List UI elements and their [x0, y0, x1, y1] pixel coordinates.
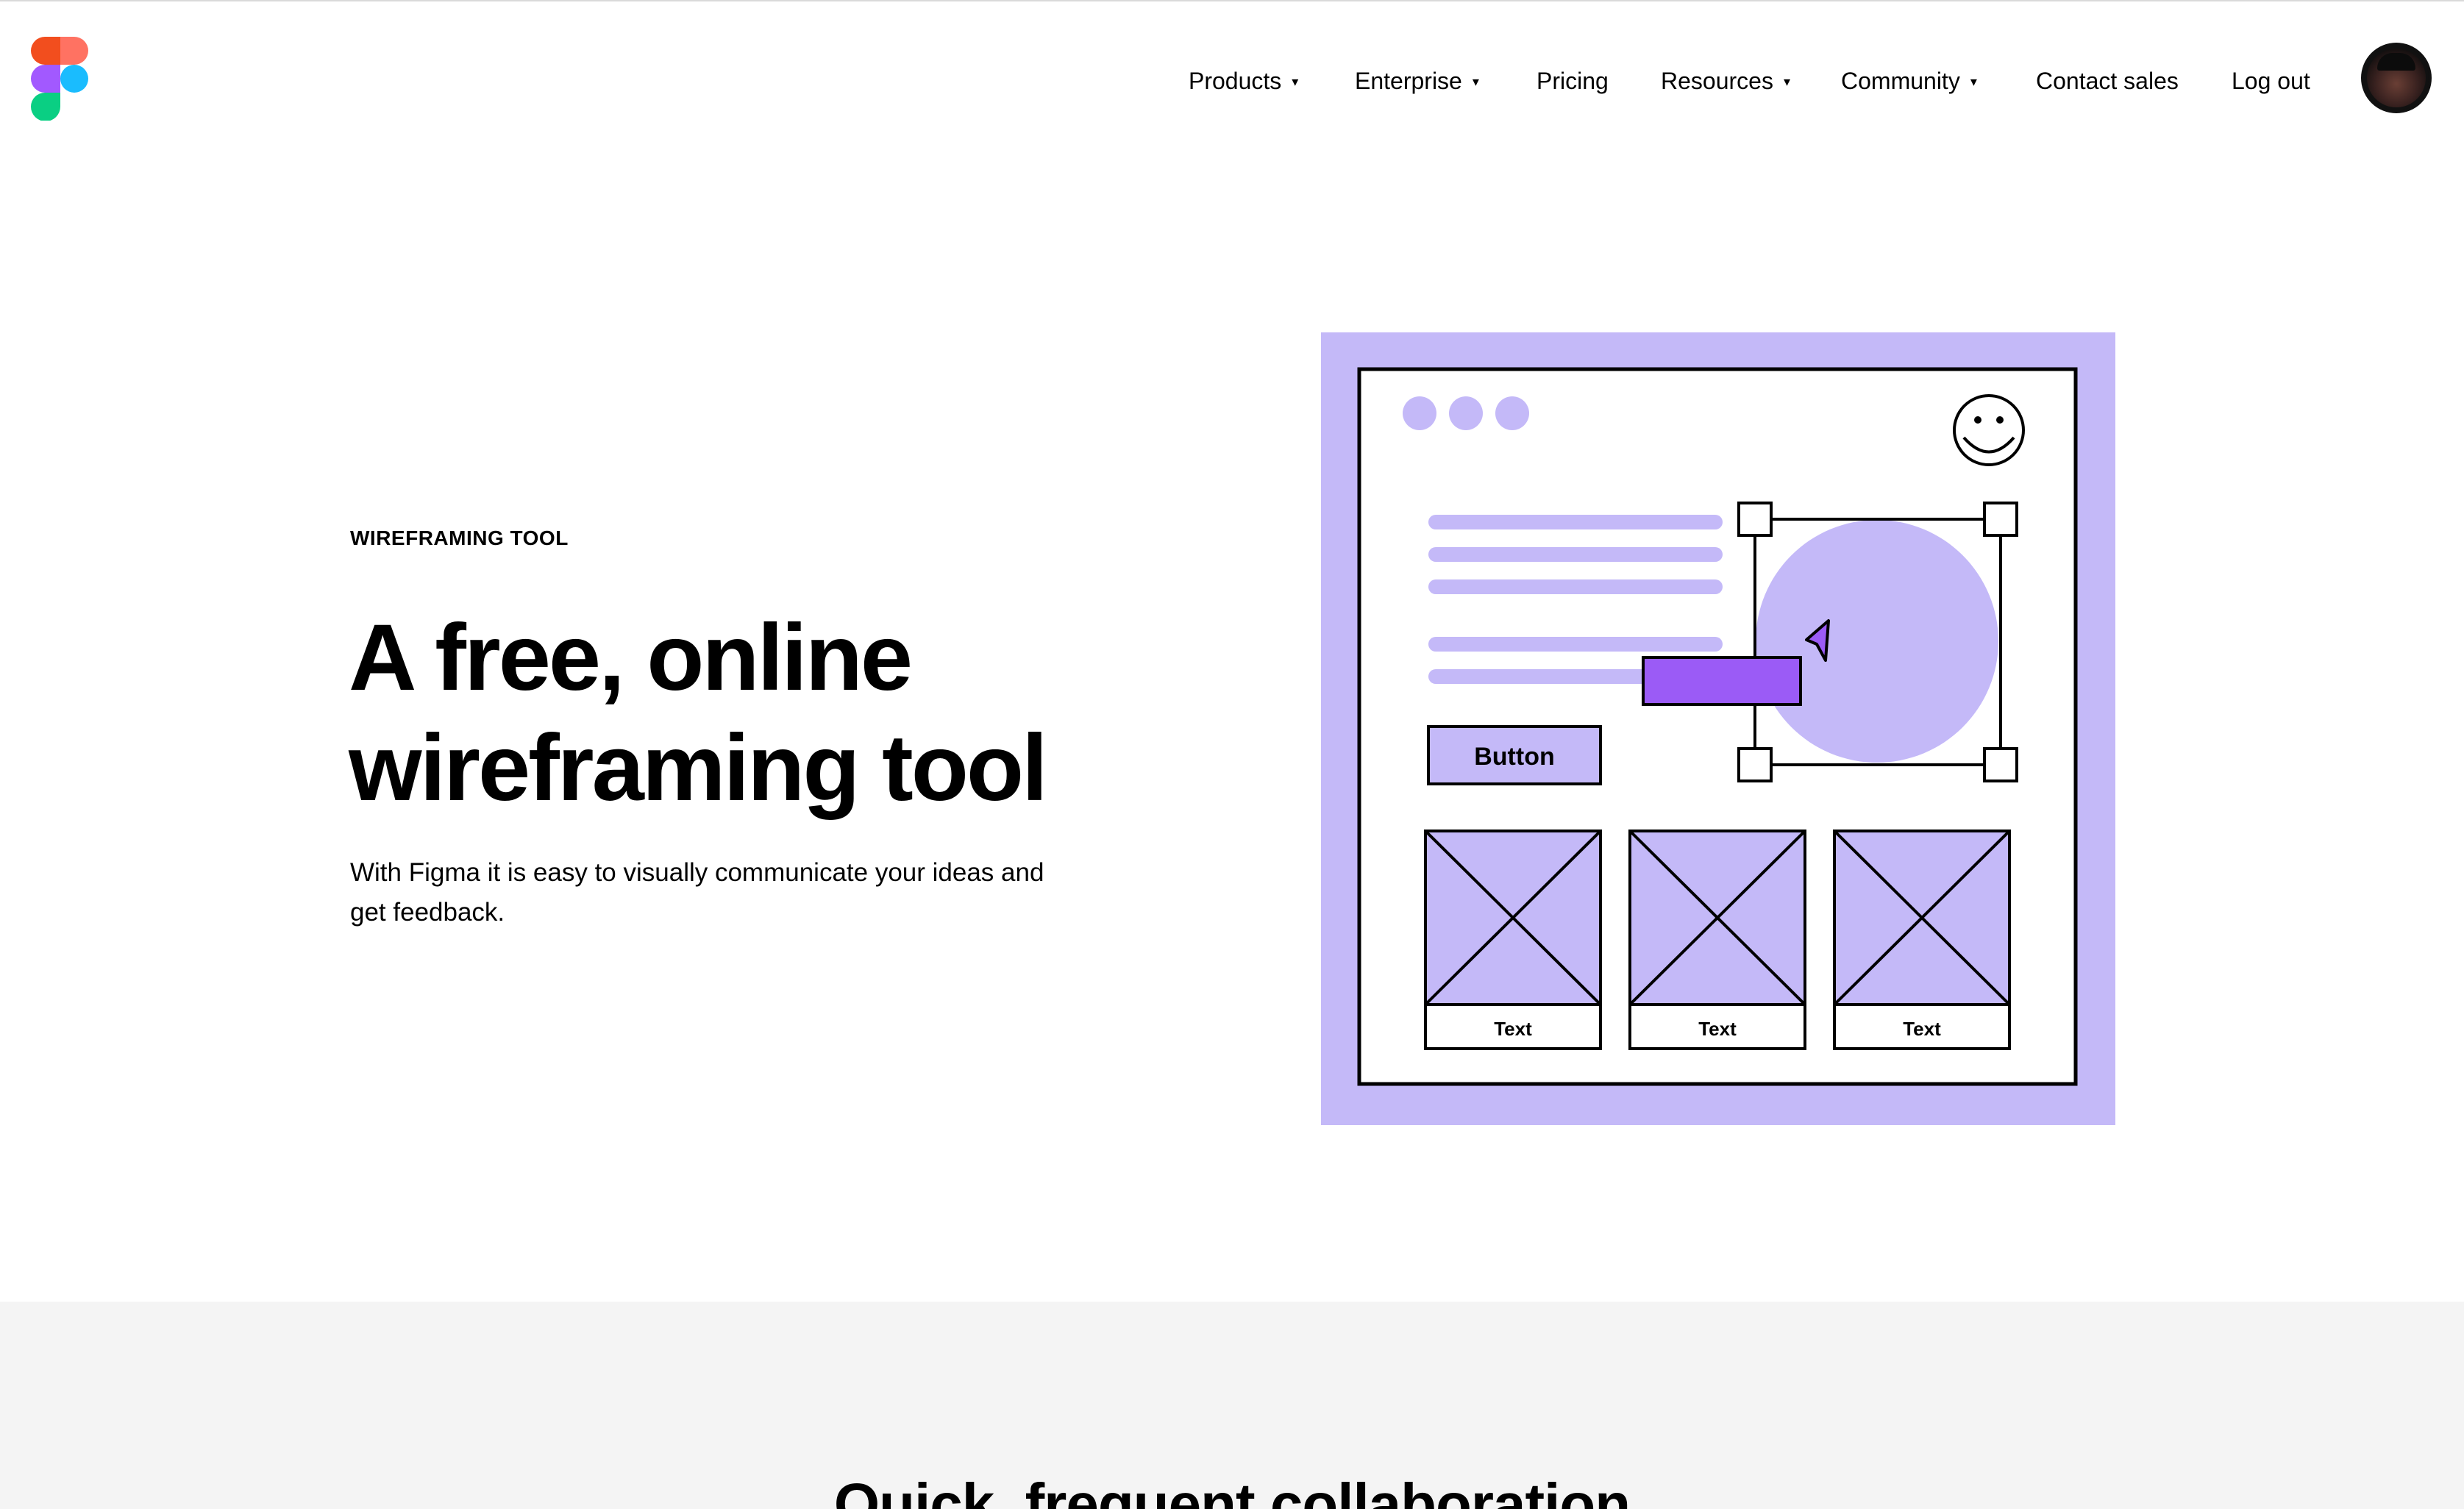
nav-resources-label: Resources [1661, 68, 1773, 94]
nav-community-label: Community [1841, 68, 1960, 94]
dragged-element [1642, 656, 1802, 706]
nav-contact-sales-label: Contact sales [2036, 68, 2179, 94]
hero-headline: A free, online wireframing tool [349, 605, 1048, 821]
collaboration-section: Quick, frequent collaboration [0, 1302, 2464, 1509]
nav-community[interactable]: Community ▾ [1841, 63, 1977, 99]
nav-log-out[interactable]: Log out [2232, 63, 2310, 99]
chevron-down-icon: ▾ [1970, 74, 1977, 89]
user-avatar[interactable] [2361, 43, 2432, 113]
wireframe-card: Text [1833, 830, 2011, 1050]
nav-resources[interactable]: Resources ▾ [1661, 63, 1790, 99]
window-dot-icon [1403, 396, 1436, 430]
nav-products-label: Products [1189, 68, 1282, 94]
image-placeholder-circle [1756, 520, 1998, 763]
figma-logo[interactable] [31, 37, 90, 121]
section-title: Quick, frequent collaboration [833, 1471, 1631, 1509]
wireframe-card: Text [1628, 830, 1806, 1050]
site-header: Products ▾ Enterprise ▾ Pricing Resources ▾… [0, 0, 2464, 160]
wireframe-card: Text [1424, 830, 1602, 1050]
nav-pricing[interactable]: Pricing [1537, 63, 1609, 99]
nav-enterprise[interactable]: Enterprise ▾ [1355, 63, 1479, 99]
card-label: Text [1698, 1018, 1737, 1040]
nav-enterprise-label: Enterprise [1355, 68, 1462, 94]
wireframe-illustration-svg: Button Text Text Text [1321, 332, 2115, 1125]
card-label: Text [1903, 1018, 1941, 1040]
nav-products[interactable]: Products ▾ [1189, 63, 1298, 99]
avatar-cap [2377, 53, 2415, 71]
wireframe-button-label: Button [1474, 743, 1555, 771]
hero-eyebrow: WIREFRAMING TOOL [350, 527, 569, 549]
nav-contact-sales[interactable]: Contact sales [2036, 63, 2179, 99]
window-dot-icon [1449, 396, 1483, 430]
chevron-down-icon: ▾ [1783, 74, 1790, 89]
nav-log-out-label: Log out [2232, 68, 2310, 94]
chevron-down-icon: ▾ [1292, 74, 1299, 89]
card-label: Text [1494, 1018, 1532, 1040]
window-dot-icon [1495, 396, 1529, 430]
nav-pricing-label: Pricing [1537, 68, 1609, 94]
chevron-down-icon: ▾ [1472, 74, 1479, 89]
wireframe-illustration: Button Text Text Text [1321, 332, 2115, 1125]
figma-logo-icon [31, 37, 88, 121]
hero-subtext: With Figma it is easy to visually commun… [350, 858, 1044, 927]
